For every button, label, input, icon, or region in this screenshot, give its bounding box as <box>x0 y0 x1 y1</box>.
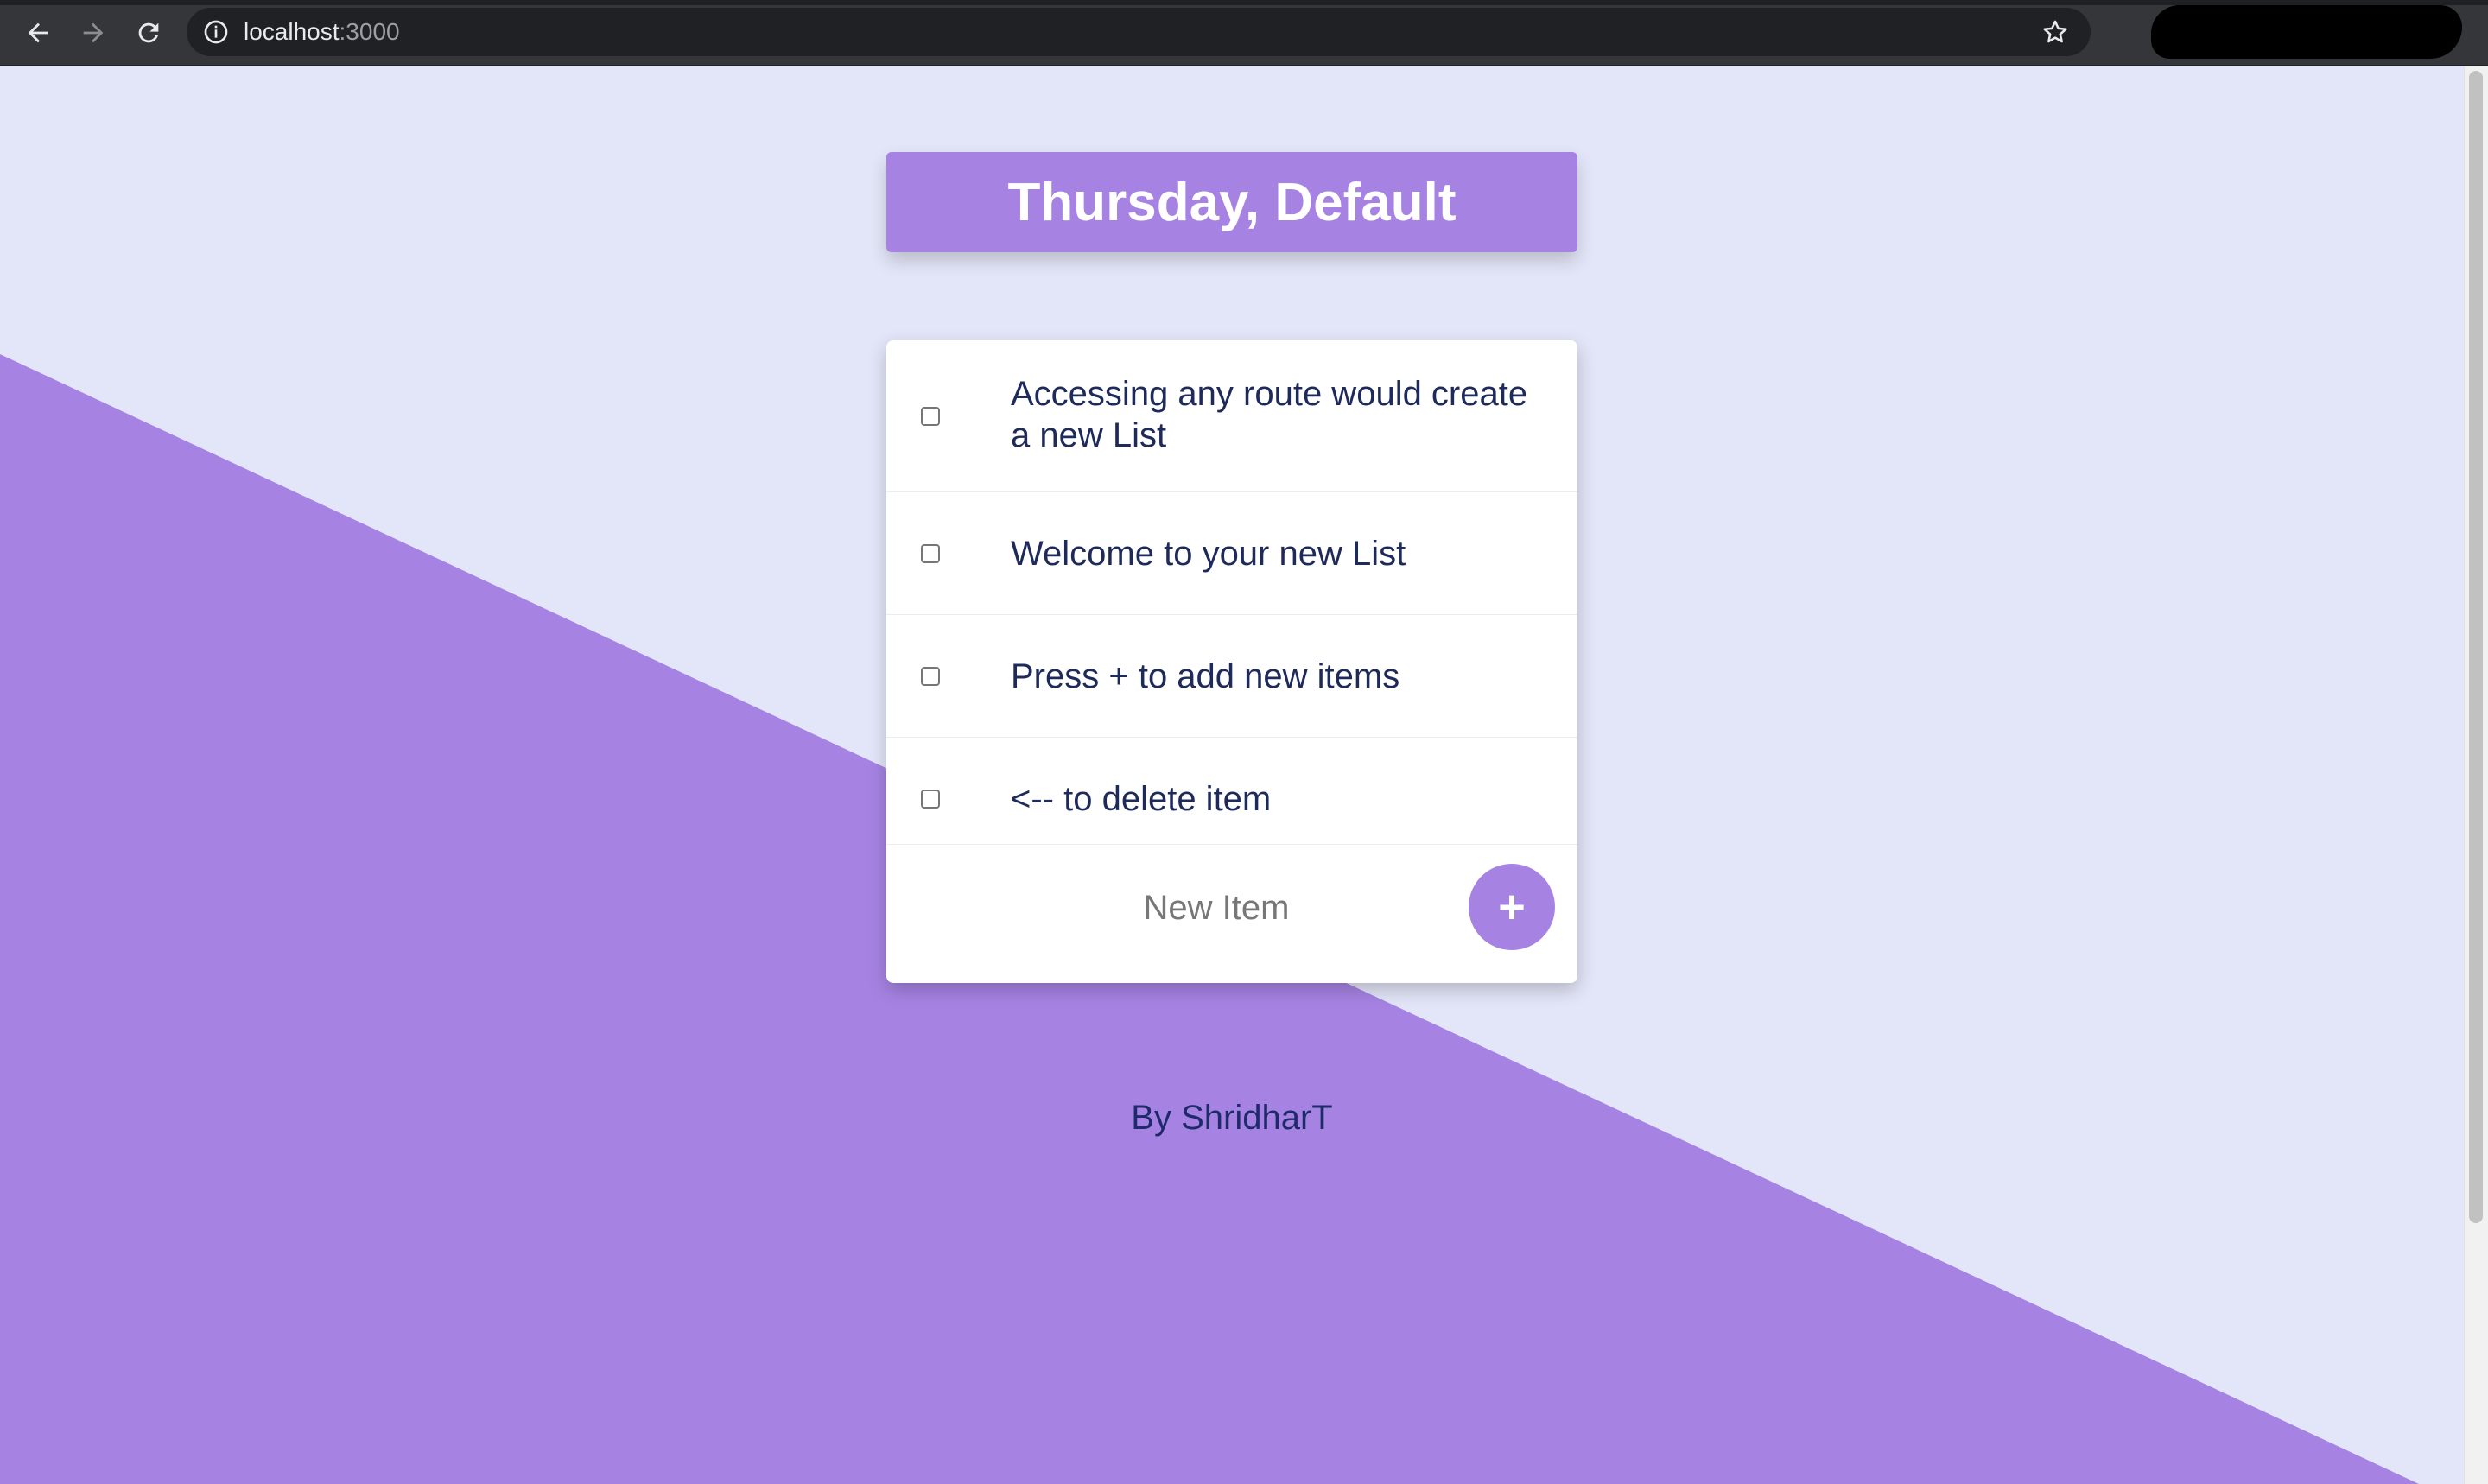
profile-avatar[interactable] <box>2151 5 2462 59</box>
url-host: localhost <box>244 18 340 45</box>
back-icon <box>28 22 48 43</box>
item-checkbox[interactable] <box>921 790 940 809</box>
heading-box: Thursday, Default <box>886 152 1577 252</box>
reload-icon <box>138 22 159 43</box>
browser-toolbar: localhost:3000 <box>0 0 2488 66</box>
list-item: Welcome to your new List <box>886 492 1577 615</box>
list-item: Press + to add new items <box>886 615 1577 738</box>
footer-credit: By ShridharT <box>1131 1099 1333 1137</box>
add-item-button[interactable]: + <box>1469 864 1555 950</box>
forward-icon <box>83 22 104 43</box>
star-icon[interactable] <box>2041 17 2070 47</box>
url-text: localhost:3000 <box>244 16 400 48</box>
list-item: Accessing any route would create a new L… <box>886 340 1577 492</box>
item-text: <-- to delete item <box>1011 780 1272 818</box>
scrollbar-thumb[interactable] <box>2469 71 2483 1223</box>
list-item: <-- to delete item <box>886 738 1577 845</box>
page-viewport: Thursday, Default Accessing any route wo… <box>0 66 2464 1484</box>
back-button[interactable] <box>17 12 59 54</box>
item-text: Press + to add new items <box>1011 657 1400 695</box>
page-title: Thursday, Default <box>1007 172 1457 232</box>
item-text: Accessing any route would create a new L… <box>1011 375 1528 454</box>
info-icon[interactable] <box>202 18 230 46</box>
item-checkbox[interactable] <box>921 407 940 426</box>
address-bar[interactable]: localhost:3000 <box>187 8 2091 56</box>
forward-button[interactable] <box>73 12 114 54</box>
new-item-input[interactable] <box>921 876 1512 940</box>
item-checkbox[interactable] <box>921 544 940 563</box>
item-text: Welcome to your new List <box>1011 535 1406 573</box>
new-item-form: + <box>886 845 1577 983</box>
reload-button[interactable] <box>128 12 169 54</box>
item-checkbox[interactable] <box>921 667 940 686</box>
tab-strip <box>0 0 2488 5</box>
url-port: :3000 <box>339 18 400 45</box>
todo-list-card: Accessing any route would create a new L… <box>886 340 1577 983</box>
